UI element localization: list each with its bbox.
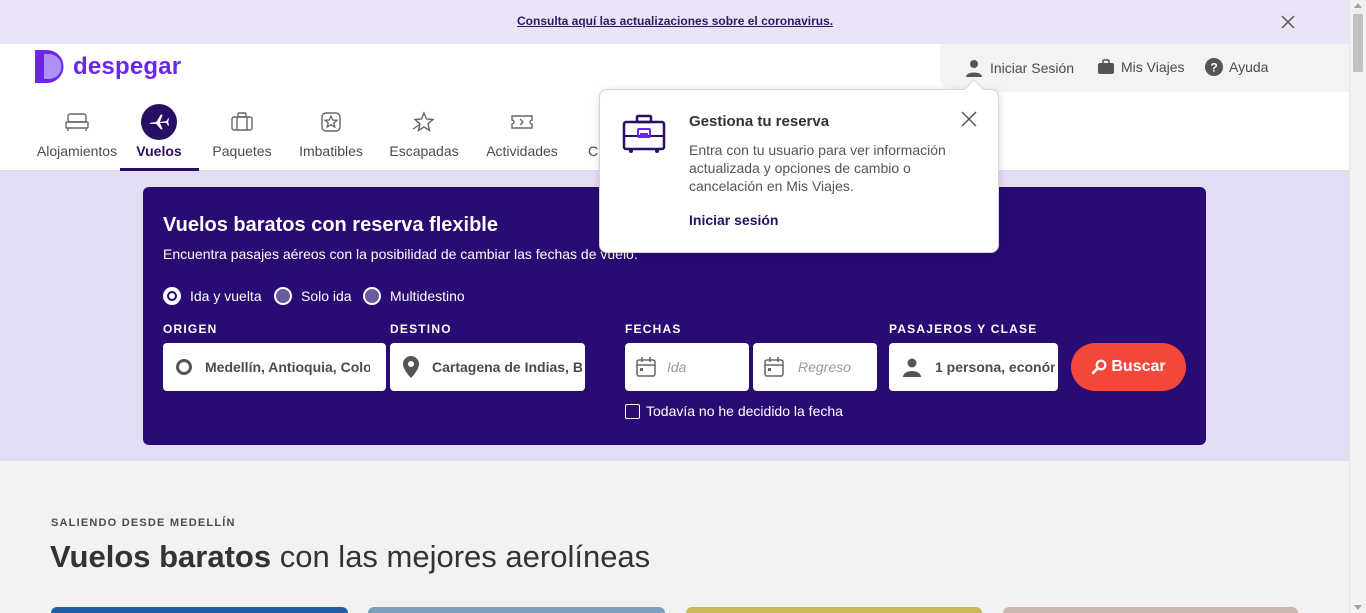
despegar-logo-icon xyxy=(35,50,64,83)
popover-body: Entra con tu usuario para ver informació… xyxy=(689,142,946,194)
nav-label: Alojamientos xyxy=(36,143,118,159)
origin-circle-icon xyxy=(176,359,192,375)
account-menu: Iniciar Sesión Mis Viajes ? Ayuda xyxy=(940,44,1349,92)
deal-card[interactable] xyxy=(1003,607,1298,613)
help-icon: ? xyxy=(1205,58,1223,76)
star-icon xyxy=(412,111,435,132)
suitcase-icon xyxy=(1098,59,1114,74)
calendar-icon xyxy=(636,357,656,377)
login-label: Iniciar Sesión xyxy=(990,60,1075,76)
dates-label: FECHAS xyxy=(625,322,682,336)
nav-label: Paquetes xyxy=(212,143,272,159)
covid-banner: Consulta aquí las actualizaciones sobre … xyxy=(0,0,1349,44)
deal-card[interactable] xyxy=(51,607,348,613)
scroll-down-icon[interactable] xyxy=(1354,605,1362,610)
search-subtitle: Encuentra pasajes aéreos con la posibili… xyxy=(163,246,638,262)
origin-value: Medellín, Antioquia, Colombia xyxy=(205,359,370,375)
nav-label: Imbatibles xyxy=(299,143,363,159)
radio-icon xyxy=(363,287,381,305)
brand-name: despegar xyxy=(73,52,182,80)
nav-item-imbatibles[interactable]: Imbatibles xyxy=(293,104,369,159)
nav-label: C xyxy=(587,143,599,159)
nav-label: Actividades xyxy=(486,143,558,159)
return-date-input[interactable]: Regreso xyxy=(753,343,877,391)
origin-input[interactable]: Medellín, Antioquia, Colombia xyxy=(163,343,386,391)
person-icon xyxy=(903,358,921,377)
section-title-bold: Vuelos baratos xyxy=(50,539,272,574)
nav-item-actividades[interactable]: Actividades xyxy=(480,104,564,159)
bed-icon xyxy=(65,113,89,131)
covid-update-link[interactable]: Consulta aquí las actualizaciones sobre … xyxy=(517,14,833,28)
nav-item-more[interactable]: C xyxy=(586,104,600,159)
nav-item-paquetes[interactable]: Paquetes xyxy=(208,104,276,159)
scroll-up-icon[interactable] xyxy=(1354,3,1362,8)
manage-booking-popover: Gestiona tu reserva Entra con tu usuario… xyxy=(599,79,999,253)
popover-title: Gestiona tu reserva xyxy=(689,113,830,130)
close-icon[interactable] xyxy=(961,111,977,127)
nav-item-escapadas[interactable]: Escapadas xyxy=(386,104,462,159)
no-date-label: Todavía no he decidido la fecha xyxy=(646,403,843,419)
return-placeholder: Regreso xyxy=(798,359,851,375)
section-title: Vuelos baratos con las mejores aerolínea… xyxy=(50,539,650,575)
section-title-rest: con las mejores aerolíneas xyxy=(271,539,651,574)
close-icon[interactable] xyxy=(1280,14,1296,30)
search-button-label: Buscar xyxy=(1111,358,1166,375)
help-link[interactable]: ? Ayuda xyxy=(1205,58,1268,76)
brand-logo[interactable]: despegar xyxy=(35,50,181,83)
section-eyebrow: SALIENDO DESDE MEDELLÍN xyxy=(51,517,236,529)
badge-icon xyxy=(321,112,341,132)
no-date-checkbox[interactable]: Todavía no he decidido la fecha xyxy=(625,403,843,419)
trip-type-label: Ida y vuelta xyxy=(190,288,262,304)
destination-label: DESTINO xyxy=(390,322,452,336)
deal-card[interactable] xyxy=(368,607,665,613)
passengers-input[interactable]: 1 persona, económica xyxy=(889,343,1058,391)
login-link[interactable]: Iniciar Sesión xyxy=(964,58,1074,78)
radio-icon xyxy=(274,287,292,305)
passengers-value: 1 persona, económica xyxy=(935,359,1055,375)
trip-type-oneway[interactable]: Solo ida xyxy=(274,287,352,305)
destination-value: Cartagena de Indias, Bolívar, Colombia xyxy=(432,359,582,375)
popover-login-link[interactable]: Iniciar sesión xyxy=(689,212,778,228)
nav-item-alojamientos[interactable]: Alojamientos xyxy=(35,104,119,159)
scrollbar-thumb[interactable] xyxy=(1353,14,1363,72)
deal-card[interactable] xyxy=(686,607,982,613)
location-pin-icon xyxy=(403,356,419,378)
svg-text:?: ? xyxy=(1210,61,1217,75)
trip-type-label: Solo ida xyxy=(301,288,352,304)
help-label: Ayuda xyxy=(1229,59,1269,75)
page-scrollbar[interactable] xyxy=(1349,0,1366,613)
nav-item-vuelos[interactable]: Vuelos xyxy=(125,104,193,159)
search-title: Vuelos baratos con reserva flexible xyxy=(163,214,498,236)
ticket-icon xyxy=(511,115,533,129)
passengers-label: PASAJEROS Y CLASE xyxy=(889,322,1038,336)
origin-label: ORIGEN xyxy=(163,322,218,336)
radio-checked-icon xyxy=(163,287,181,305)
luggage-icon xyxy=(622,114,666,153)
nav-label: Escapadas xyxy=(389,143,459,159)
trip-type-roundtrip[interactable]: Ida y vuelta xyxy=(163,287,262,305)
depart-placeholder: Ida xyxy=(667,359,687,375)
site-header: despegar Iniciar Sesión Mis Viajes ? Ayu… xyxy=(0,44,1349,92)
trip-type-label: Multidestino xyxy=(390,288,465,304)
calendar-icon xyxy=(764,357,784,377)
user-icon xyxy=(966,60,982,77)
destination-input[interactable]: Cartagena de Indias, Bolívar, Colombia xyxy=(390,343,585,391)
plane-icon xyxy=(149,114,170,130)
search-button[interactable]: Buscar xyxy=(1071,343,1186,391)
my-trips-link[interactable]: Mis Viajes xyxy=(1097,58,1185,76)
search-icon xyxy=(1092,359,1107,375)
depart-date-input[interactable]: Ida xyxy=(625,343,749,391)
nav-label: Vuelos xyxy=(136,143,182,159)
my-trips-label: Mis Viajes xyxy=(1121,59,1185,75)
suitcase-icon xyxy=(231,112,253,131)
trip-type-multi[interactable]: Multidestino xyxy=(363,287,465,305)
checkbox-icon xyxy=(625,403,640,419)
